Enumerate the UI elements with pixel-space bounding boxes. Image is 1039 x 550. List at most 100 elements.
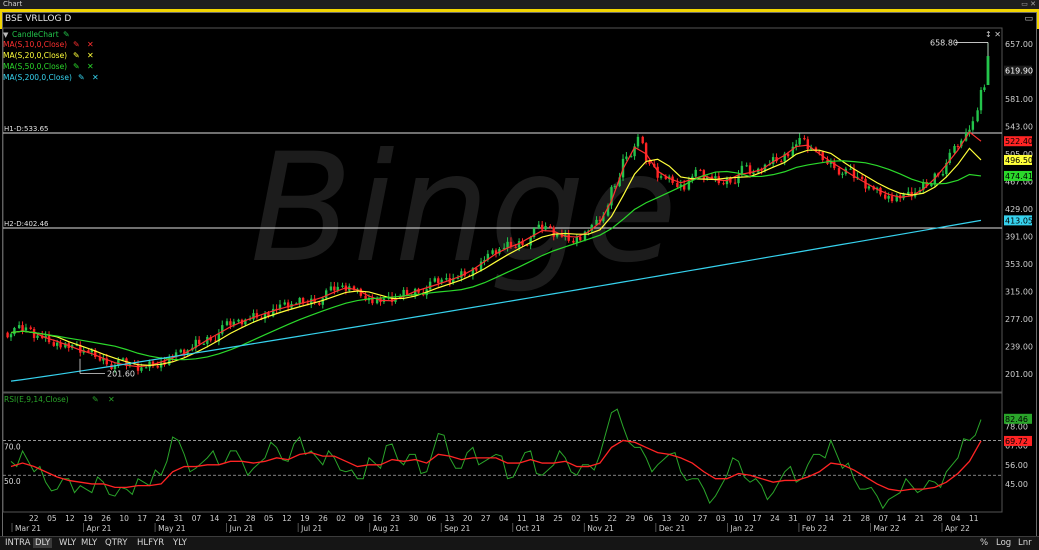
scale-button-log[interactable]: Log xyxy=(996,538,1011,548)
candle-body[interactable] xyxy=(579,236,582,241)
candle-body[interactable] xyxy=(29,327,32,329)
pencil-icon[interactable]: ✎ xyxy=(63,30,70,39)
candle-body[interactable] xyxy=(953,146,956,153)
candle-body[interactable] xyxy=(737,174,740,184)
candle-body[interactable] xyxy=(625,156,628,159)
candle-body[interactable] xyxy=(745,165,748,167)
candle-body[interactable] xyxy=(460,271,463,278)
price-chart[interactable]: Binge657.00619.90581.00543.00505.00467.0… xyxy=(0,0,1039,536)
candle-body[interactable] xyxy=(941,174,945,176)
candle-body[interactable] xyxy=(976,110,979,122)
timeframe-mly[interactable]: MLY xyxy=(79,538,99,548)
candle-body[interactable] xyxy=(549,226,552,228)
candle-body[interactable] xyxy=(733,182,737,184)
candle-body[interactable] xyxy=(986,56,990,86)
candle-body[interactable] xyxy=(867,186,871,189)
pencil-icon[interactable]: ✎ xyxy=(73,62,80,71)
candle-body[interactable] xyxy=(722,183,725,185)
candle-body[interactable] xyxy=(329,286,333,291)
candle-body[interactable] xyxy=(540,224,544,230)
candle-body[interactable] xyxy=(13,327,16,335)
candle-body[interactable] xyxy=(9,334,13,338)
candle-body[interactable] xyxy=(956,146,960,148)
timeframe-qtry[interactable]: QTRY xyxy=(103,538,129,548)
timeframe-dly[interactable]: DLY xyxy=(33,538,53,548)
candle-body[interactable] xyxy=(884,194,887,199)
candle-body[interactable] xyxy=(52,342,55,346)
candle-body[interactable] xyxy=(780,161,783,163)
candle-body[interactable] xyxy=(572,240,575,243)
candle-body[interactable] xyxy=(156,366,159,368)
timeframe-wly[interactable]: WLY xyxy=(57,538,78,548)
candle-body[interactable] xyxy=(694,169,697,177)
candle-body[interactable] xyxy=(21,325,24,331)
timeframe-yly[interactable]: YLY xyxy=(171,538,189,548)
candle-body[interactable] xyxy=(676,182,679,188)
close-icon[interactable]: ✕ xyxy=(87,51,94,60)
close-icon[interactable]: ✕ xyxy=(108,395,115,404)
candle-body[interactable] xyxy=(537,224,540,229)
candle-body[interactable] xyxy=(202,343,206,345)
candle-body[interactable] xyxy=(179,349,183,353)
candle-body[interactable] xyxy=(752,172,755,174)
candle-body[interactable] xyxy=(437,278,440,284)
candle-body[interactable] xyxy=(6,332,9,338)
candle-body[interactable] xyxy=(298,297,301,304)
candle-body[interactable] xyxy=(333,286,336,291)
candle-body[interactable] xyxy=(529,236,532,246)
candle-body[interactable] xyxy=(283,302,286,305)
candle-body[interactable] xyxy=(641,136,644,144)
pencil-icon[interactable]: ✎ xyxy=(92,395,99,404)
candle-body[interactable] xyxy=(890,196,894,202)
candle-body[interactable] xyxy=(659,176,663,178)
candle-body[interactable] xyxy=(341,285,344,287)
candle-body[interactable] xyxy=(24,327,28,331)
panel-arrows-icon[interactable]: ↕ ✕ xyxy=(985,30,1001,39)
candle-body[interactable] xyxy=(860,176,864,179)
candle-body[interactable] xyxy=(433,278,437,282)
candle-body[interactable] xyxy=(786,153,790,157)
candle-body[interactable] xyxy=(798,138,801,145)
candle-body[interactable] xyxy=(148,361,151,368)
candle-body[interactable] xyxy=(428,281,432,290)
candle-body[interactable] xyxy=(841,173,844,175)
candle-body[interactable] xyxy=(140,367,143,371)
candle-body[interactable] xyxy=(491,250,494,254)
pencil-icon[interactable]: ✎ xyxy=(78,73,85,82)
candle-body[interactable] xyxy=(229,321,232,326)
candle-body[interactable] xyxy=(55,342,59,346)
candle-body[interactable] xyxy=(445,278,448,280)
candle-body[interactable] xyxy=(237,319,240,322)
candle-body[interactable] xyxy=(197,339,201,344)
candle-body[interactable] xyxy=(121,358,125,360)
candle-body[interactable] xyxy=(17,325,21,328)
legend-collapse-icon[interactable]: ▼ xyxy=(3,31,9,39)
candle-body[interactable] xyxy=(324,290,328,299)
candle-body[interactable] xyxy=(714,176,717,179)
candle-body[interactable] xyxy=(613,186,617,188)
candle-body[interactable] xyxy=(818,151,821,153)
candle-body[interactable] xyxy=(567,234,570,241)
pencil-icon[interactable]: ✎ xyxy=(73,40,80,49)
pencil-icon[interactable]: ✎ xyxy=(73,51,80,60)
candle-body[interactable] xyxy=(699,169,702,171)
candle-body[interactable] xyxy=(144,367,148,369)
candle-body[interactable] xyxy=(887,196,890,199)
candle-body[interactable] xyxy=(321,298,324,305)
candle-body[interactable] xyxy=(644,143,648,161)
timeframe-hlfyr[interactable]: HLFYR xyxy=(135,538,166,548)
candle-body[interactable] xyxy=(979,89,983,111)
candle-body[interactable] xyxy=(725,178,729,185)
close-icon[interactable]: ✕ xyxy=(87,62,94,71)
candle-body[interactable] xyxy=(803,138,806,140)
candle-body[interactable] xyxy=(318,302,321,305)
candle-body[interactable] xyxy=(636,136,640,147)
candle-body[interactable] xyxy=(514,246,517,248)
close-icon[interactable]: ✕ xyxy=(92,73,99,82)
candle-body[interactable] xyxy=(702,170,706,179)
scale-button-percent[interactable]: % xyxy=(980,538,988,548)
scale-button-lnr[interactable]: Lnr xyxy=(1018,538,1032,548)
candle-body[interactable] xyxy=(971,121,975,130)
close-icon[interactable]: ✕ xyxy=(87,40,94,49)
candle-body[interactable] xyxy=(837,168,841,175)
